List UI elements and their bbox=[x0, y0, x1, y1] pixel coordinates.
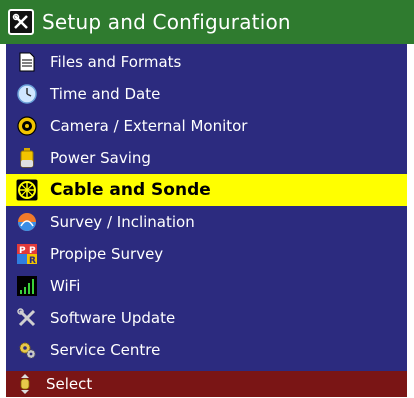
menu-item-service-centre[interactable]: Service Centre bbox=[6, 334, 407, 366]
settings-menu: Files and Formats Time and Date Camera /… bbox=[6, 44, 407, 371]
menu-item-cable-and-sonde[interactable]: Cable and Sonde bbox=[6, 174, 407, 206]
camera-icon bbox=[16, 115, 38, 137]
scroll-wheel-icon bbox=[18, 374, 32, 394]
menu-item-camera-external-monitor[interactable]: Camera / External Monitor bbox=[6, 110, 407, 142]
clock-icon bbox=[16, 83, 38, 105]
page-title: Setup and Configuration bbox=[42, 10, 291, 34]
menu-item-software-update[interactable]: Software Update bbox=[6, 302, 407, 334]
menu-item-label: Time and Date bbox=[50, 85, 161, 103]
title-bar: Setup and Configuration bbox=[0, 0, 414, 44]
menu-item-propipe-survey[interactable]: P P R Propipe Survey bbox=[6, 238, 407, 270]
svg-text:P: P bbox=[19, 246, 26, 256]
setup-screen: Setup and Configuration Files and Format… bbox=[0, 0, 414, 397]
wrench-screwdriver-icon bbox=[8, 9, 34, 35]
tools-icon bbox=[16, 307, 38, 329]
menu-item-label: Service Centre bbox=[50, 341, 161, 359]
survey-icon bbox=[16, 211, 38, 233]
menu-item-label: WiFi bbox=[50, 277, 81, 295]
gears-icon bbox=[16, 339, 38, 361]
menu-item-label: Power Saving bbox=[50, 149, 151, 167]
svg-text:P: P bbox=[29, 246, 36, 256]
menu-item-label: Propipe Survey bbox=[50, 245, 164, 263]
menu-item-power-saving[interactable]: Power Saving bbox=[6, 142, 407, 174]
battery-icon bbox=[16, 147, 38, 169]
menu-item-wifi[interactable]: WiFi bbox=[6, 270, 407, 302]
menu-item-survey-inclination[interactable]: Survey / Inclination bbox=[6, 206, 407, 238]
svg-text:R: R bbox=[29, 256, 36, 264]
menu-item-files-and-formats[interactable]: Files and Formats bbox=[6, 46, 407, 78]
wifi-icon bbox=[16, 275, 38, 297]
menu-item-label: Software Update bbox=[50, 309, 176, 327]
menu-item-label: Camera / External Monitor bbox=[50, 117, 248, 135]
menu-item-label: Cable and Sonde bbox=[50, 180, 211, 200]
menu-item-label: Files and Formats bbox=[50, 53, 182, 71]
cable-reel-icon bbox=[16, 179, 38, 201]
menu-item-label: Survey / Inclination bbox=[50, 213, 195, 231]
menu-item-time-and-date[interactable]: Time and Date bbox=[6, 78, 407, 110]
document-icon bbox=[16, 51, 38, 73]
propipe-icon: P P R bbox=[16, 243, 38, 265]
footer-bar: Select bbox=[6, 371, 407, 397]
select-hint: Select bbox=[46, 375, 93, 393]
